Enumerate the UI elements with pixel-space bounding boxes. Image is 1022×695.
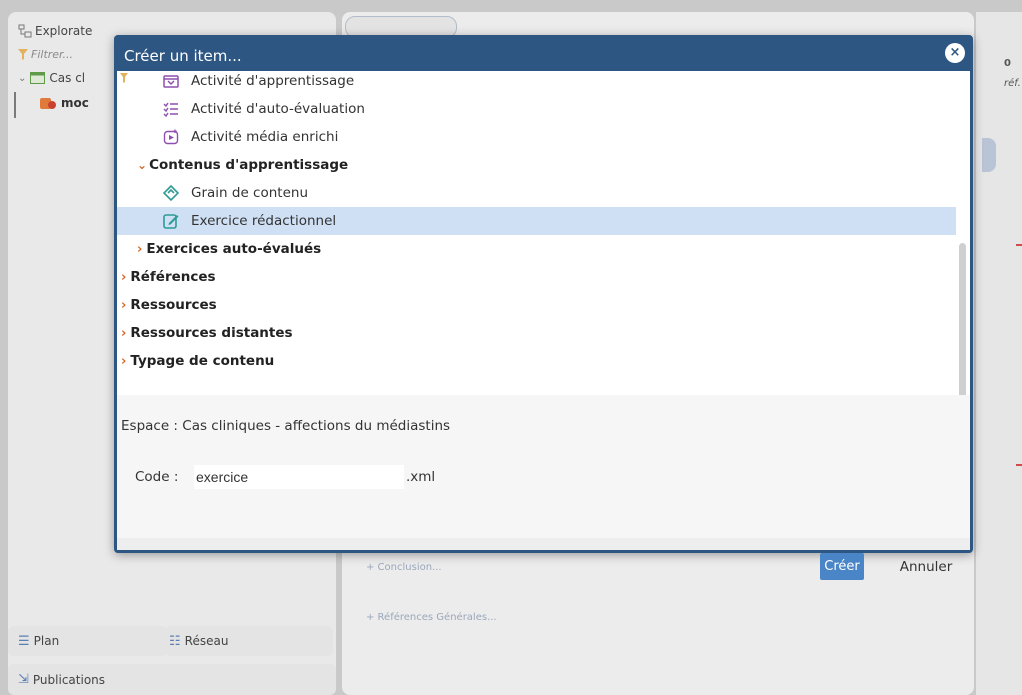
publish-icon: ⇲ bbox=[18, 672, 29, 687]
list-item-label: Activité média enrichi bbox=[191, 129, 339, 145]
network-icon: ☷ bbox=[169, 633, 181, 649]
tree-item-label: moc bbox=[61, 96, 89, 110]
category-label: Contenus d'apprentissage bbox=[149, 157, 349, 173]
explorer-header[interactable]: Explorate bbox=[18, 24, 92, 38]
plan-icon: ☰ bbox=[18, 633, 30, 649]
category-label: Typage de contenu bbox=[130, 353, 275, 369]
code-input[interactable] bbox=[194, 465, 404, 489]
list-item-label: Exercice rédactionnel bbox=[191, 213, 337, 229]
tree-item-mod[interactable]: moc bbox=[40, 96, 89, 110]
espace-text: Espace : Cas cliniques - affections du m… bbox=[121, 418, 451, 434]
chevron-right-icon: › bbox=[137, 241, 143, 257]
code-label: Code : bbox=[135, 469, 179, 485]
category-typage[interactable]: › Typage de contenu bbox=[117, 347, 956, 375]
list-item-label: Activité d'auto-évaluation bbox=[191, 101, 365, 117]
chevron-right-icon: › bbox=[121, 353, 127, 369]
list-item[interactable]: Activité d'auto-évaluation bbox=[117, 95, 956, 123]
chevron-right-icon: › bbox=[121, 325, 127, 341]
category-label: Exercices auto-évalués bbox=[146, 241, 322, 257]
self-evaluation-icon bbox=[161, 99, 181, 119]
tab-plan-label: Plan bbox=[33, 634, 60, 648]
category-references[interactable]: › Références bbox=[117, 263, 956, 291]
chevron-right-icon: › bbox=[121, 269, 127, 285]
close-icon[interactable]: × bbox=[945, 43, 965, 63]
tab-plan[interactable]: ☰ Plan bbox=[8, 626, 168, 656]
category-label: Ressources distantes bbox=[130, 325, 293, 341]
module-icon bbox=[40, 98, 56, 109]
dialog-title: Créer un item... bbox=[124, 47, 242, 65]
list-item-label: Activité d'apprentissage bbox=[191, 73, 355, 89]
side-toggle-button[interactable] bbox=[982, 138, 996, 172]
content-grain-icon bbox=[161, 183, 181, 203]
list-item[interactable]: Activité média enrichi bbox=[117, 123, 956, 151]
chevron-right-icon: › bbox=[121, 297, 127, 313]
list-item-label: Grain de contenu bbox=[191, 185, 308, 201]
item-type-list: Activité d'apprentissage Activité d'auto… bbox=[117, 71, 970, 395]
filter-placeholder: Filtrer... bbox=[31, 48, 74, 61]
create-button[interactable]: Créer bbox=[820, 553, 864, 580]
list-item[interactable]: Activité d'apprentissage bbox=[117, 71, 956, 95]
funnel-icon bbox=[18, 49, 28, 60]
add-references-link[interactable]: + Références Générales... bbox=[366, 612, 497, 623]
list-item-selected[interactable]: Exercice rédactionnel bbox=[117, 207, 956, 235]
tree-item-label: Cas cl bbox=[49, 71, 86, 85]
filter-input[interactable]: Filtrer... bbox=[18, 48, 73, 61]
explorer-label: Explorate bbox=[35, 24, 93, 38]
category-contenus[interactable]: ⌄ Contenus d'apprentissage bbox=[117, 151, 956, 179]
code-extension: .xml bbox=[406, 469, 436, 485]
right-ref-label: réf. bbox=[1004, 78, 1021, 89]
right-count: 0 bbox=[1004, 58, 1011, 69]
tab-publications-label: Publications bbox=[32, 672, 106, 687]
category-ressources[interactable]: › Ressources bbox=[117, 291, 956, 319]
category-exercices[interactable]: › Exercices auto-évalués bbox=[117, 235, 956, 263]
enriched-media-icon bbox=[161, 127, 181, 147]
category-label: Ressources bbox=[130, 297, 217, 313]
folder-icon bbox=[30, 72, 46, 84]
create-item-dialog: Créer un item... × Activité d'apprentiss… bbox=[114, 35, 973, 580]
list-item[interactable]: Grain de contenu bbox=[117, 179, 956, 207]
chevron-down-icon: ⌄ bbox=[137, 158, 148, 172]
learning-activity-icon bbox=[161, 71, 181, 91]
tree-guide-line bbox=[14, 92, 16, 118]
category-ressources-distantes[interactable]: › Ressources distantes bbox=[117, 319, 956, 347]
marker-dot bbox=[1016, 244, 1022, 246]
tab-publications[interactable]: ⇲ Publications bbox=[8, 664, 336, 695]
tree-item-cas[interactable]: ⌄ Cas cl bbox=[18, 71, 85, 85]
add-conclusion-link[interactable]: + Conclusion... bbox=[366, 562, 442, 573]
category-label: Références bbox=[130, 269, 216, 285]
tab-reseau[interactable]: ☷ Réseau bbox=[165, 626, 333, 656]
marker-dot bbox=[1016, 464, 1022, 466]
explorer-icon bbox=[18, 24, 32, 38]
writing-exercise-icon bbox=[161, 211, 181, 231]
dialog-body: Activité d'apprentissage Activité d'auto… bbox=[117, 71, 970, 580]
dialog-footer-separator bbox=[117, 538, 970, 550]
list-scrollbar[interactable] bbox=[959, 243, 966, 395]
right-panel bbox=[976, 12, 1022, 695]
chevron-down-icon: ⌄ bbox=[18, 72, 27, 84]
cancel-button[interactable]: Annuler bbox=[892, 553, 960, 580]
tab-reseau-label: Réseau bbox=[184, 634, 229, 648]
